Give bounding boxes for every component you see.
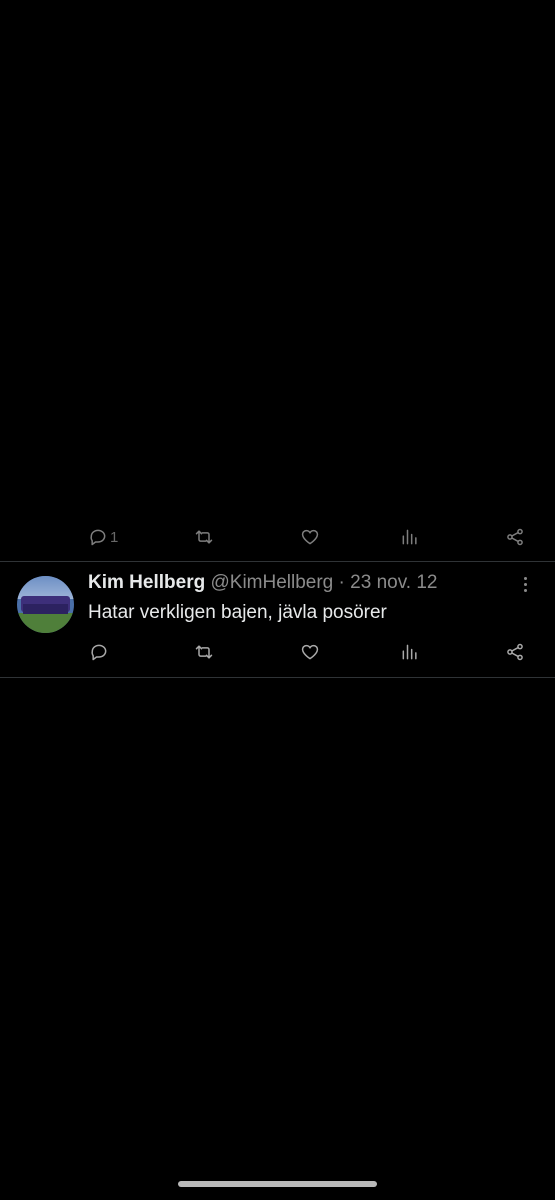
divider: [0, 677, 555, 678]
retweet-icon: [195, 645, 213, 659]
heart-icon: [301, 529, 319, 545]
home-indicator[interactable]: [178, 1181, 377, 1187]
views-icon: [402, 644, 417, 660]
views-icon: [402, 529, 417, 545]
author-name[interactable]: Kim Hellberg: [88, 572, 205, 593]
previous-views-button[interactable]: [400, 522, 420, 552]
tweet-header: Kim Hellberg @KimHellberg · 23 nov. 12: [88, 572, 437, 594]
retweet-icon: [195, 530, 213, 544]
previous-reply-button[interactable]: 1: [88, 522, 118, 552]
avatar[interactable]: [17, 576, 74, 633]
share-icon: [507, 643, 523, 661]
previous-like-button[interactable]: [300, 522, 320, 552]
heart-icon: [301, 644, 319, 660]
tweet-text: Hatar verkligen bajen, jävla posörer: [88, 602, 387, 623]
previous-retweet-button[interactable]: [194, 522, 214, 552]
separator: ·: [338, 572, 345, 593]
share-button[interactable]: [505, 637, 525, 667]
reply-icon: [90, 529, 106, 546]
more-icon[interactable]: [515, 574, 535, 600]
reply-icon: [91, 644, 107, 661]
tweet-date[interactable]: 23 nov. 12: [350, 572, 437, 593]
previous-share-button[interactable]: [505, 522, 525, 552]
previous-tweet-action-bar: 1: [0, 522, 555, 552]
author-handle[interactable]: @KimHellberg: [210, 572, 333, 593]
like-button[interactable]: [300, 637, 320, 667]
tweet-action-bar: [0, 637, 555, 667]
views-button[interactable]: [400, 637, 420, 667]
previous-reply-count: 1: [110, 528, 119, 546]
share-icon: [507, 528, 523, 546]
retweet-button[interactable]: [194, 637, 214, 667]
reply-button[interactable]: [89, 637, 109, 667]
